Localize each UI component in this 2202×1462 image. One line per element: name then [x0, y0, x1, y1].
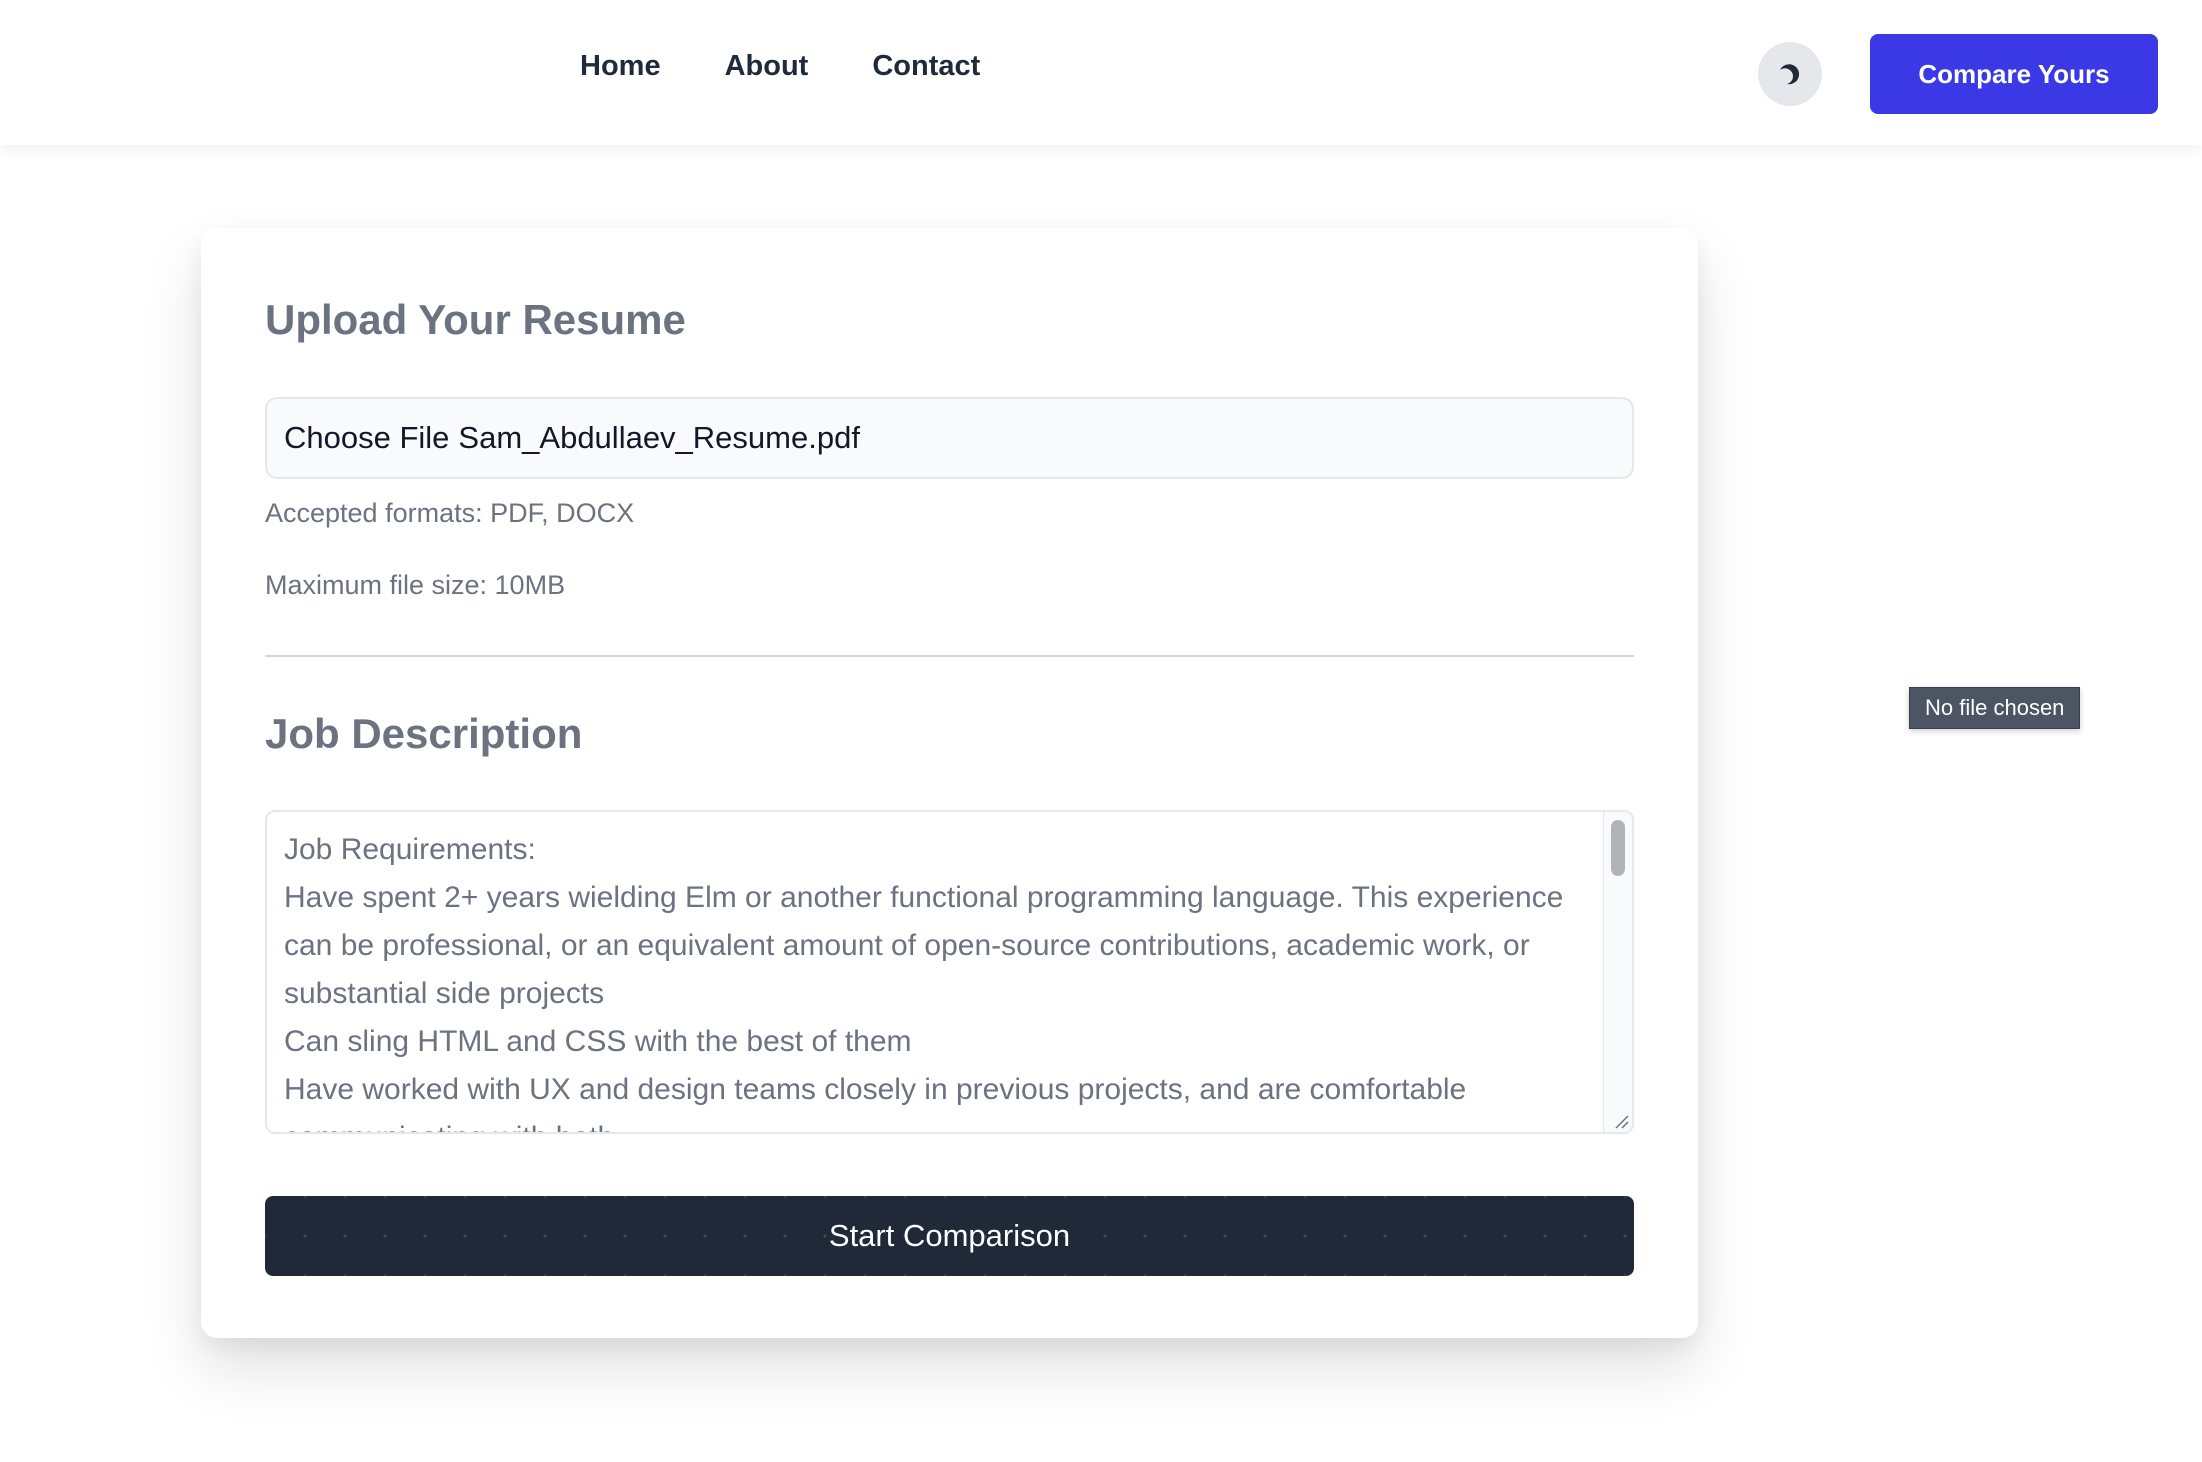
job-description-line: Have worked with UX and design teams clo… [284, 1073, 1467, 1106]
selected-file-name: Sam_Abdullaev_Resume.pdf [458, 420, 860, 455]
resize-handle-icon[interactable] [1612, 1112, 1630, 1130]
job-description-line: Job Requirements: [284, 833, 536, 866]
compare-yours-button[interactable]: Compare Yours [1870, 34, 2158, 114]
nav-link-about[interactable]: About [725, 50, 809, 83]
scrollbar-thumb[interactable] [1611, 820, 1625, 876]
job-description-line: Can sling HTML and CSS with the best of … [284, 1025, 912, 1058]
job-description-title: Job Description [265, 710, 583, 757]
job-description-line: can be professional, or an equivalent am… [284, 929, 1530, 962]
main-nav: Home About Contact [580, 50, 980, 83]
textarea-scrollbar[interactable] [1603, 812, 1632, 1132]
file-input-tooltip: No file chosen [1909, 687, 2081, 729]
choose-file-button[interactable]: Choose File [284, 420, 449, 456]
start-comparison-button[interactable]: Start Comparison [265, 1196, 1634, 1276]
job-description-textarea[interactable]: Job Requirements: Have spent 2+ years wi… [265, 810, 1634, 1134]
top-navigation-bar: Home About Contact Compare Yours [0, 0, 2202, 145]
comparison-card: Upload Your Resume Choose File Sam_Abdul… [201, 228, 1698, 1338]
section-divider [265, 655, 1634, 657]
job-description-line: substantial side projects [284, 977, 605, 1010]
job-description-line: Have spent 2+ years wielding Elm or anot… [284, 881, 1564, 914]
nav-link-home[interactable]: Home [580, 50, 661, 83]
moon-icon [1780, 64, 1800, 85]
max-file-size-text: Maximum file size: 10MB [265, 570, 566, 600]
upload-section-title: Upload Your Resume [265, 296, 686, 343]
accepted-formats-text: Accepted formats: PDF, DOCX [265, 498, 635, 528]
nav-link-contact[interactable]: Contact [872, 50, 980, 83]
job-description-line: communicating with both [284, 1114, 1594, 1132]
job-description-text: Job Requirements: Have spent 2+ years wi… [284, 826, 1594, 1132]
resume-file-input[interactable]: Choose File Sam_Abdullaev_Resume.pdf [265, 397, 1634, 479]
theme-toggle-button[interactable] [1758, 42, 1822, 106]
